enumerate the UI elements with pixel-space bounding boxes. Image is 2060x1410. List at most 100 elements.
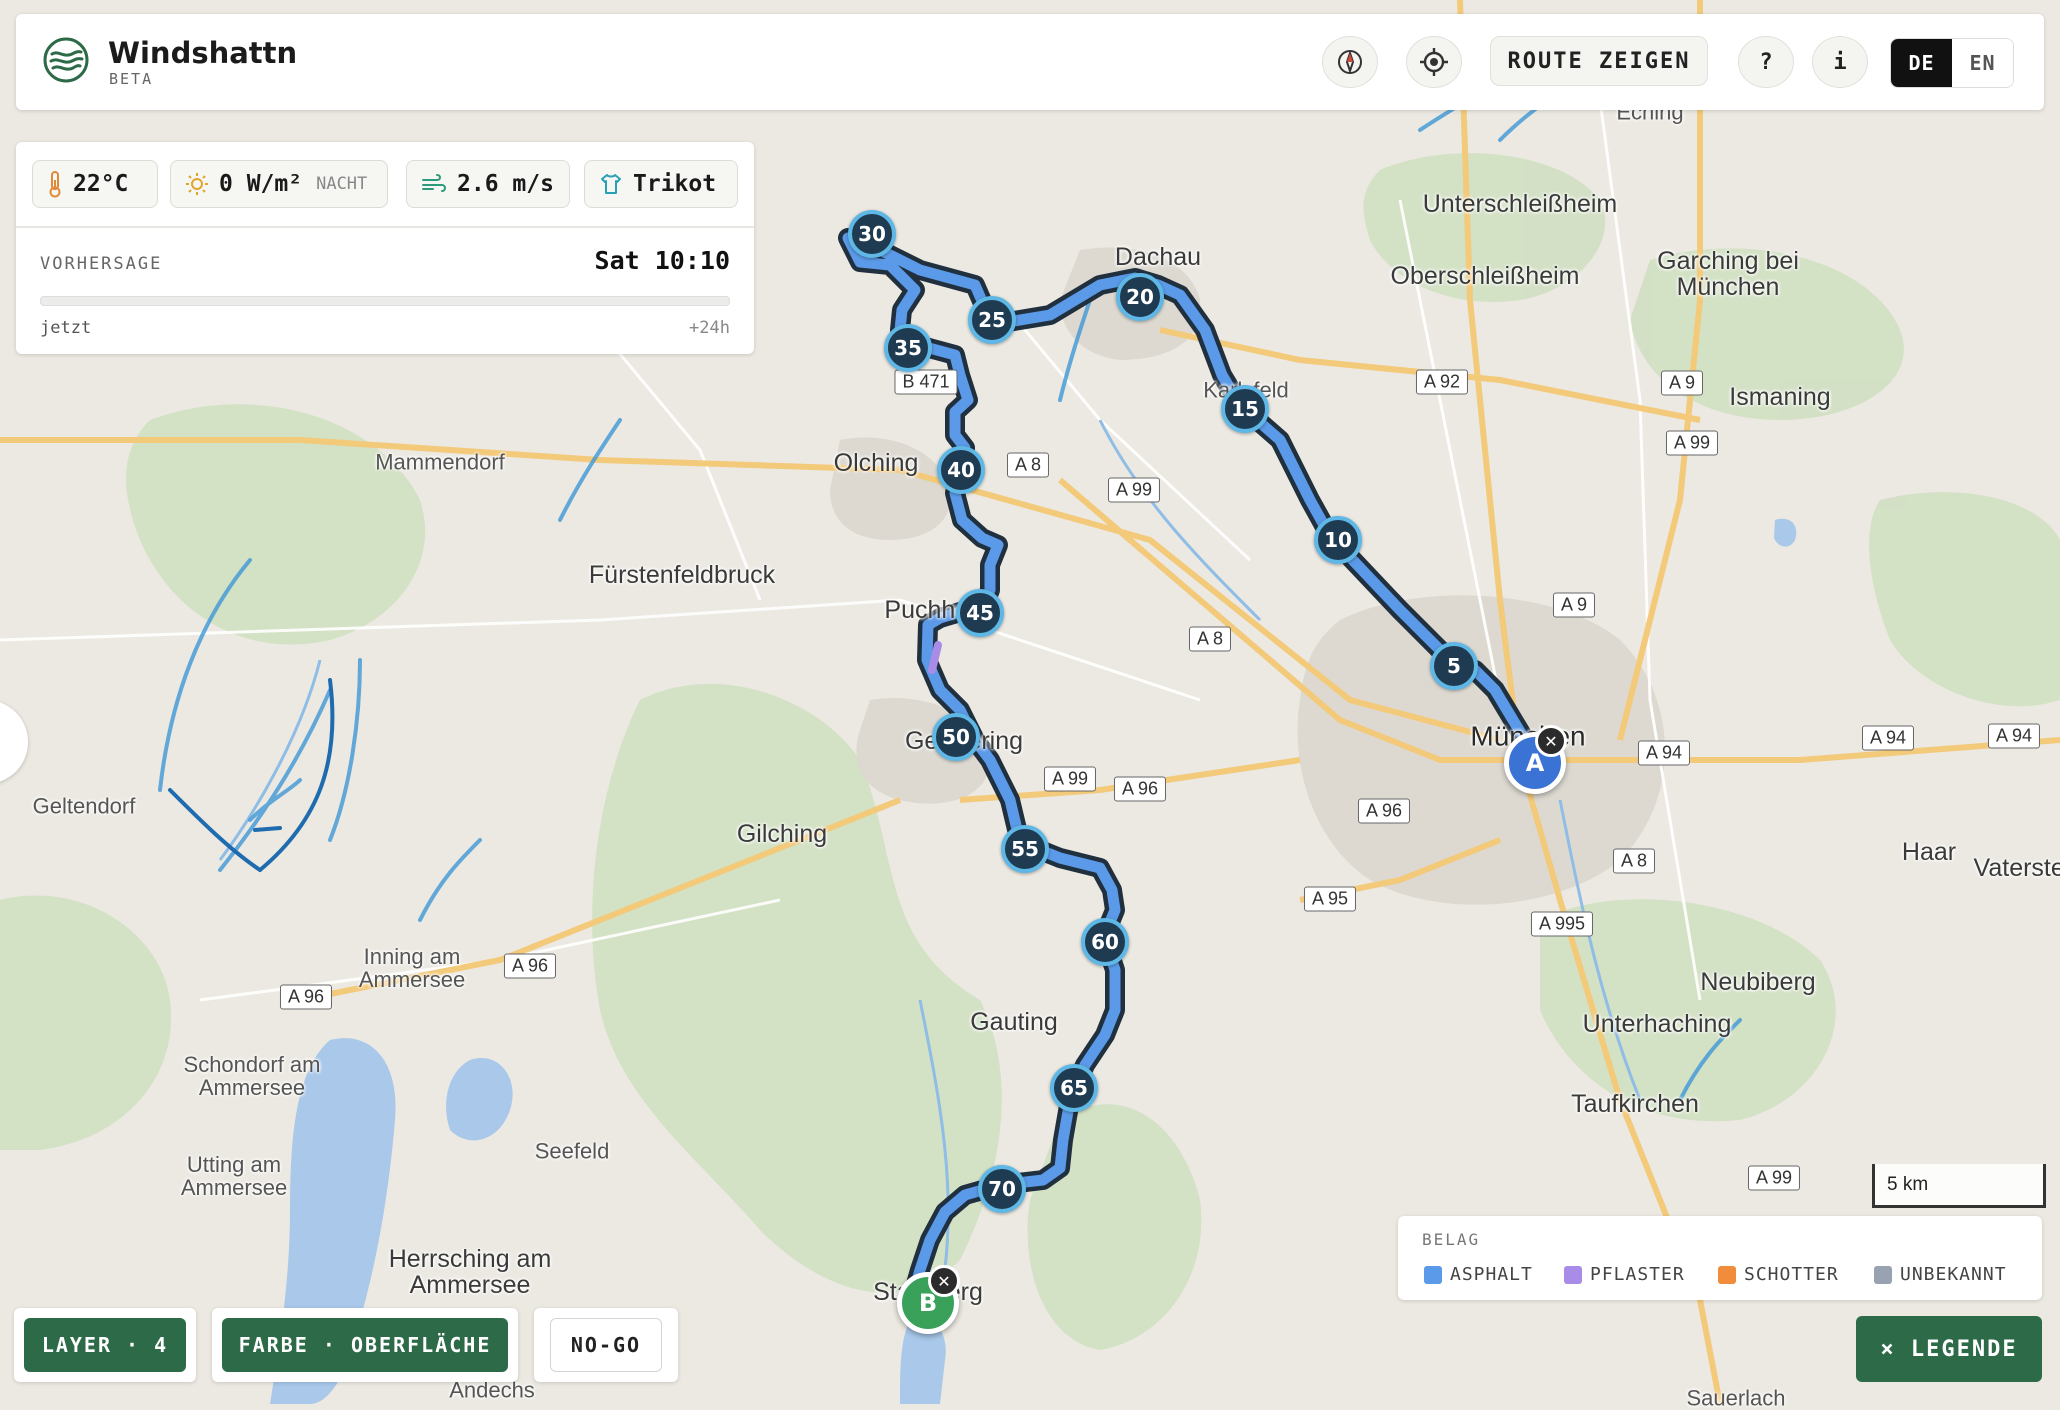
km-marker[interactable]: 55 [1001, 825, 1049, 873]
radiation-chip: 0 W/m² NACHT [170, 160, 388, 208]
legend-item: SCHOTTER [1718, 1264, 1839, 1285]
help-button[interactable]: ? [1738, 36, 1794, 88]
remove-start-button[interactable]: ✕ [1535, 725, 1567, 757]
layer-button[interactable]: LAYER · 4 [24, 1318, 186, 1372]
info-button[interactable]: i [1812, 36, 1868, 88]
km-marker[interactable]: 40 [937, 446, 985, 494]
road-shield: A 8 [1612, 848, 1656, 874]
color-mode-button[interactable]: FARBE · OBERFLÄCHE [222, 1318, 508, 1372]
show-route-button[interactable]: ROUTE ZEIGEN [1490, 36, 1708, 86]
place-label: Gilching [736, 819, 828, 848]
place-label: Haar [1901, 837, 1957, 866]
crosshair-icon [1420, 48, 1448, 76]
wind-chip: 2.6 m/s [406, 160, 570, 208]
locate-button[interactable] [1406, 36, 1462, 88]
forecast-time: Sat 10:10 [594, 246, 730, 275]
km-marker[interactable]: 65 [1050, 1064, 1098, 1112]
legend-toggle-button[interactable]: × LEGENDE [1856, 1316, 2042, 1382]
place-label: Inning am Ammersee [358, 943, 466, 992]
slider-end-label: +24h [689, 318, 730, 338]
compass-icon [1338, 49, 1362, 75]
road-shield: A 995 [1530, 911, 1594, 937]
wind-logo-icon [43, 37, 89, 83]
thermometer-icon [49, 171, 61, 198]
radiation-value: 0 W/m² [219, 171, 303, 197]
clothing-value: Trikot [633, 171, 717, 197]
place-label: Mammendorf [375, 449, 505, 475]
place-label: Vaterstetten [1973, 853, 2060, 882]
km-marker[interactable]: 45 [956, 589, 1004, 637]
temperature-value: 22°C [73, 171, 129, 197]
place-label: Unterschleißheim [1422, 189, 1618, 218]
legend-swatch [1564, 1265, 1582, 1284]
nogo-control: NO-GO [534, 1308, 678, 1382]
road-shield: A 96 [1113, 776, 1167, 802]
road-shield: A 95 [1303, 886, 1357, 912]
radiation-note: NACHT [316, 174, 368, 194]
km-marker[interactable]: 5 [1430, 642, 1478, 690]
place-label: Dachau [1114, 242, 1202, 271]
place-label: Oberschleißheim [1390, 261, 1580, 290]
road-shield: A 8 [1188, 626, 1232, 652]
km-marker[interactable]: 20 [1116, 273, 1164, 321]
km-marker[interactable]: 70 [978, 1165, 1026, 1213]
place-label: Taufkirchen [1571, 1089, 1699, 1118]
road-shield: A 9 [1552, 592, 1596, 618]
place-label: Seefeld [534, 1138, 610, 1164]
forecast-slider[interactable] [40, 296, 730, 306]
sun-icon [186, 173, 208, 195]
place-label: Unterhaching [1582, 1009, 1732, 1038]
close-icon: ✕ [937, 1271, 951, 1291]
place-label: Geltendorf [32, 793, 136, 819]
road-shield: A 92 [1415, 369, 1469, 395]
nogo-button[interactable]: NO-GO [550, 1318, 662, 1372]
km-marker[interactable]: 50 [932, 713, 980, 761]
km-marker[interactable]: 10 [1314, 516, 1362, 564]
road-shield: B 471 [894, 369, 958, 395]
forecast-label: VORHERSAGE [40, 254, 163, 274]
layer-control: LAYER · 4 [14, 1308, 196, 1382]
beta-badge: BETA [109, 70, 154, 88]
road-shield: A 99 [1665, 430, 1719, 456]
place-label: Olching [833, 448, 919, 477]
wind-icon [422, 174, 446, 192]
place-label: Fürstenfeldbruck [588, 560, 776, 589]
clothing-chip: Trikot [584, 160, 738, 208]
road-shield: A 96 [503, 953, 557, 979]
road-shield: A 99 [1107, 477, 1161, 503]
color-control: FARBE · OBERFLÄCHE [212, 1308, 518, 1382]
legend-swatch [1874, 1265, 1892, 1284]
place-label: Utting am Ammersee [180, 1151, 288, 1200]
legend-item: UNBEKANNT [1874, 1264, 2007, 1285]
legend-item: ASPHALT [1424, 1264, 1533, 1285]
app-header: Windshattn BETA ROUTE ZEIGEN ? i DE EN [16, 14, 2044, 110]
road-shield: A 99 [1747, 1165, 1801, 1191]
road-shield: A 99 [1043, 766, 1097, 792]
road-shield: A 94 [1861, 725, 1915, 751]
place-label: Schondorf am Ammersee [183, 1051, 321, 1100]
place-label: Garching bei München [1657, 246, 1799, 301]
shirt-icon [601, 174, 621, 194]
km-marker[interactable]: 15 [1221, 385, 1269, 433]
legend-title: BELAG [1422, 1230, 1481, 1249]
app-title: Windshattn [108, 36, 298, 70]
wind-value: 2.6 m/s [457, 171, 554, 197]
panel-divider [16, 226, 754, 228]
km-marker[interactable]: 25 [968, 296, 1016, 344]
scale-bar: 5 km [1872, 1164, 2046, 1208]
road-shield: A 96 [279, 984, 333, 1010]
km-marker[interactable]: 30 [848, 210, 896, 258]
road-shield: A 94 [1637, 740, 1691, 766]
km-marker[interactable]: 35 [884, 324, 932, 372]
language-de[interactable]: DE [1891, 39, 1952, 87]
legend-item: PFLASTER [1564, 1264, 1685, 1285]
language-en[interactable]: EN [1952, 39, 2013, 87]
remove-end-button[interactable]: ✕ [928, 1265, 960, 1297]
place-label: Gauting [970, 1007, 1058, 1036]
place-label: Neubiberg [1700, 967, 1816, 996]
legend-panel: BELAG ASPHALT PFLASTER SCHOTTER UNBEKANN… [1398, 1216, 2042, 1300]
legend-swatch [1424, 1265, 1442, 1284]
road-shield: A 9 [1660, 370, 1704, 396]
compass-button[interactable] [1322, 36, 1378, 88]
km-marker[interactable]: 60 [1081, 918, 1129, 966]
